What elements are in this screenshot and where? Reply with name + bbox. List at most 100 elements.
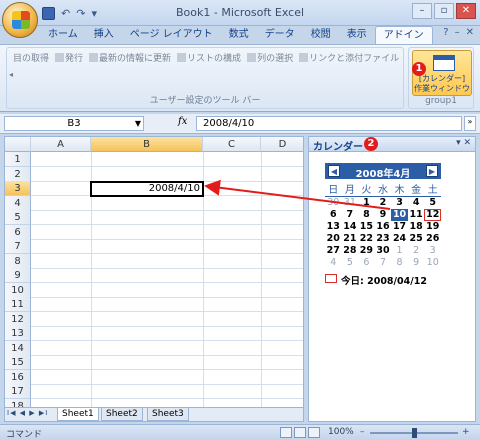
calendar-day[interactable]: 17 — [391, 221, 408, 233]
column-header-c[interactable]: C — [203, 137, 261, 152]
calendar-day[interactable]: 2 — [375, 197, 392, 209]
calendar-day[interactable]: 10 — [391, 209, 408, 221]
calendar-day[interactable]: 16 — [375, 221, 392, 233]
tab-formulas[interactable]: 数式 — [221, 26, 257, 44]
today-indicator[interactable]: 今日: 2008/04/12 — [325, 273, 441, 287]
select-all-corner[interactable] — [5, 137, 31, 152]
row-header[interactable]: 6 — [5, 224, 31, 240]
calendar-day[interactable]: 6 — [325, 209, 342, 221]
column-header-b[interactable]: B — [91, 137, 203, 152]
tab-home[interactable]: ホーム — [40, 26, 86, 44]
row-header[interactable]: 9 — [5, 268, 31, 283]
insert-function-icon[interactable]: fx — [178, 116, 187, 127]
ribbon-item-publish[interactable]: 発行 — [55, 51, 83, 64]
calendar-day[interactable]: 13 — [325, 221, 342, 233]
ribbon-minimize-button[interactable]: – — [455, 27, 460, 38]
row-header[interactable]: 4 — [5, 195, 31, 211]
row-header[interactable]: 11 — [5, 297, 31, 312]
row-header[interactable]: 2 — [5, 166, 31, 182]
sheet-tab-3[interactable]: Sheet3 — [147, 408, 189, 421]
calendar-day[interactable]: 12 — [424, 209, 441, 221]
row-header[interactable]: 8 — [5, 253, 31, 269]
next-month-button[interactable]: ▶ — [426, 165, 438, 177]
sheet-tab-2[interactable]: Sheet2 — [101, 408, 143, 421]
sheet-tab-1[interactable]: Sheet1 — [57, 408, 99, 421]
maximize-button[interactable]: ▫ — [434, 3, 454, 19]
calendar-day[interactable]: 4 — [325, 257, 342, 269]
calendar-day[interactable]: 5 — [424, 197, 441, 209]
ribbon-item-select-column[interactable]: 列の選択 — [247, 51, 293, 64]
calendar-day[interactable]: 1 — [358, 197, 375, 209]
office-button[interactable] — [2, 2, 38, 38]
calendar-day[interactable]: 24 — [391, 233, 408, 245]
row-header[interactable]: 3 — [5, 181, 31, 196]
calendar-day[interactable]: 30 — [325, 197, 342, 209]
zoom-level[interactable]: 100% — [328, 427, 354, 437]
ribbon-item-list-config[interactable]: リストの構成 — [177, 51, 241, 64]
sheet-nav-arrows[interactable]: I◀ ◀ ▶ ▶I — [7, 409, 48, 417]
tab-view[interactable]: 表示 — [339, 26, 375, 44]
tab-review[interactable]: 校閲 — [303, 26, 339, 44]
ribbon-item-get[interactable]: 目の取得 — [13, 51, 49, 64]
column-header-d[interactable]: D — [261, 137, 303, 152]
calendar-day[interactable]: 3 — [424, 245, 441, 257]
calendar-day[interactable]: 6 — [358, 257, 375, 269]
row-header[interactable]: 7 — [5, 239, 31, 254]
zoom-out-icon[interactable]: – — [360, 427, 365, 437]
formula-input[interactable]: 2008/4/10 — [196, 116, 462, 131]
column-header-a[interactable]: A — [31, 137, 91, 152]
calendar-day[interactable]: 30 — [375, 245, 392, 257]
worksheet-grid[interactable]: A B C D 1 2 3 4 5 6 7 8 9 10 11 12 13 14 15 16 17 18 2008… — [4, 136, 304, 408]
row-header[interactable]: 16 — [5, 369, 31, 385]
calendar-day[interactable]: 2 — [408, 245, 425, 257]
close-button[interactable]: ✕ — [456, 3, 476, 19]
row-header[interactable]: 15 — [5, 355, 31, 370]
calendar-day[interactable]: 9 — [375, 209, 392, 221]
page-break-view-icon[interactable] — [308, 427, 320, 438]
tab-insert[interactable]: 挿入 — [86, 26, 122, 44]
ribbon-scroll-icon[interactable]: ◂ — [9, 70, 13, 79]
page-layout-view-icon[interactable] — [294, 427, 306, 438]
row-header[interactable]: 1 — [5, 152, 31, 167]
calendar-day[interactable]: 7 — [375, 257, 392, 269]
tab-page-layout[interactable]: ページ レイアウト — [122, 26, 221, 44]
calendar-day[interactable]: 8 — [391, 257, 408, 269]
workbook-close-button[interactable]: ✕ — [466, 27, 474, 38]
calendar-day[interactable]: 15 — [358, 221, 375, 233]
expand-formula-bar-icon[interactable]: » — [464, 116, 476, 131]
calendar-day[interactable]: 27 — [325, 245, 342, 257]
calendar-day[interactable]: 25 — [408, 233, 425, 245]
calendar-day[interactable]: 28 — [342, 245, 359, 257]
calendar-day[interactable]: 29 — [358, 245, 375, 257]
tab-addins[interactable]: アドイン — [374, 26, 433, 44]
calendar-day[interactable]: 5 — [342, 257, 359, 269]
calendar-day[interactable]: 21 — [342, 233, 359, 245]
calendar-day[interactable]: 9 — [408, 257, 425, 269]
calendar-day[interactable]: 4 — [408, 197, 425, 209]
calendar-day[interactable]: 8 — [358, 209, 375, 221]
tab-data[interactable]: データ — [257, 26, 303, 44]
row-header[interactable]: 13 — [5, 326, 31, 341]
normal-view-icon[interactable] — [280, 427, 292, 438]
row-header[interactable]: 17 — [5, 384, 31, 399]
calendar-day[interactable]: 20 — [325, 233, 342, 245]
row-header[interactable]: 12 — [5, 311, 31, 327]
help-icon[interactable]: ? — [443, 27, 448, 38]
row-header[interactable]: 14 — [5, 340, 31, 356]
zoom-slider[interactable]: – + — [358, 427, 470, 438]
calendar-day[interactable]: 14 — [342, 221, 359, 233]
calendar-day[interactable]: 3 — [391, 197, 408, 209]
zoom-thumb[interactable] — [412, 428, 417, 438]
row-header[interactable]: 10 — [5, 282, 31, 298]
calendar-day[interactable]: 19 — [424, 221, 441, 233]
cell-b3-active[interactable]: 2008/4/10 — [90, 181, 204, 197]
calendar-day[interactable]: 7 — [342, 209, 359, 221]
calendar-day[interactable]: 18 — [408, 221, 425, 233]
row-header[interactable]: 5 — [5, 210, 31, 225]
calendar-day[interactable]: 23 — [375, 233, 392, 245]
zoom-in-icon[interactable]: + — [462, 427, 470, 437]
calendar-day[interactable]: 31 — [342, 197, 359, 209]
ribbon-item-refresh[interactable]: 最新の情報に更新 — [89, 51, 171, 64]
calendar-day[interactable]: 1 — [391, 245, 408, 257]
calendar-day[interactable]: 22 — [358, 233, 375, 245]
